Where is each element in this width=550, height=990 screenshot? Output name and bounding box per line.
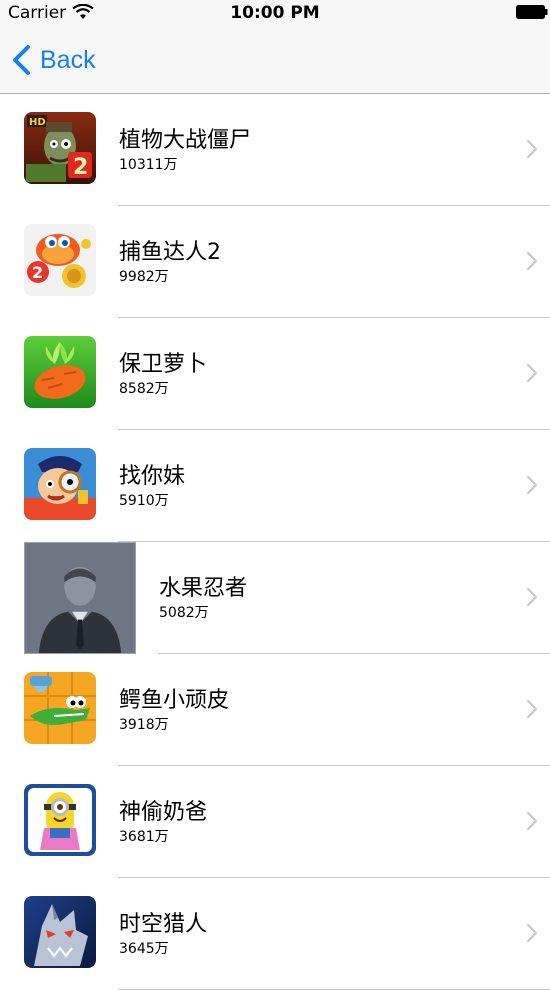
app-title: 保卫萝卜 — [119, 352, 208, 377]
list-item[interactable]: 找你妹 5910万 — [0, 430, 550, 542]
status-time: 10:00 PM — [230, 3, 320, 23]
app-title: 时空猎人 — [119, 912, 208, 937]
list-item[interactable]: 鳄鱼小顽皮 3918万 — [0, 654, 550, 766]
person-placeholder-icon — [24, 542, 136, 654]
chevron-right-icon — [526, 139, 538, 159]
app-downloads: 9982万 — [119, 269, 169, 285]
navigation-bar: Back — [0, 26, 550, 94]
fishing-joy-icon: 2 — [24, 224, 96, 296]
crocodile-icon — [24, 672, 96, 744]
chevron-right-icon — [526, 475, 538, 495]
plants-vs-zombies-icon: HD 2 — [24, 112, 96, 184]
chevron-right-icon — [526, 363, 538, 383]
list-item[interactable]: 水果忍者 5082万 — [0, 542, 550, 654]
app-downloads: 3681万 — [119, 829, 169, 845]
back-button[interactable]: Back — [10, 42, 96, 78]
app-downloads: 3645万 — [119, 941, 169, 957]
list-item[interactable]: 时空猎人 3645万 — [0, 878, 550, 990]
battery-icon — [516, 5, 548, 19]
chevron-left-icon — [13, 45, 30, 75]
chevron-right-icon — [526, 923, 538, 943]
chevron-right-icon — [526, 587, 538, 607]
svg-text:2: 2 — [32, 263, 43, 282]
list-item[interactable]: 神偷奶爸 3681万 — [0, 766, 550, 878]
list-item[interactable]: 保卫萝卜 8582万 — [0, 318, 550, 430]
app-list: HD 2 植物大战僵尸 10311万 2 捕鱼达人2 9982万 保卫萝卜 85… — [0, 94, 550, 990]
app-downloads: 5082万 — [159, 605, 209, 621]
status-bar: Carrier 10:00 PM — [0, 0, 550, 26]
app-title: 找你妹 — [119, 464, 186, 489]
back-button-label: Back — [40, 45, 96, 74]
app-title: 植物大战僵尸 — [119, 128, 252, 153]
app-title: 鳄鱼小顽皮 — [119, 688, 230, 713]
chevron-right-icon — [526, 251, 538, 271]
list-item[interactable]: 2 捕鱼达人2 9982万 — [0, 206, 550, 318]
svg-text:HD: HD — [29, 117, 46, 128]
app-downloads: 3918万 — [119, 717, 169, 733]
chevron-right-icon — [526, 811, 538, 831]
app-title: 水果忍者 — [159, 576, 248, 601]
time-hunter-icon — [24, 896, 96, 968]
chevron-right-icon — [526, 699, 538, 719]
list-item[interactable]: HD 2 植物大战僵尸 10311万 — [0, 94, 550, 206]
app-downloads: 5910万 — [119, 493, 169, 509]
app-downloads: 10311万 — [119, 157, 178, 173]
minion-icon — [24, 784, 96, 856]
app-title: 捕鱼达人2 — [119, 240, 221, 265]
app-downloads: 8582万 — [119, 381, 169, 397]
svg-text:2: 2 — [73, 155, 88, 180]
carrot-defense-icon — [24, 336, 96, 408]
app-title: 神偷奶爸 — [119, 800, 208, 825]
find-sister-icon — [24, 448, 96, 520]
